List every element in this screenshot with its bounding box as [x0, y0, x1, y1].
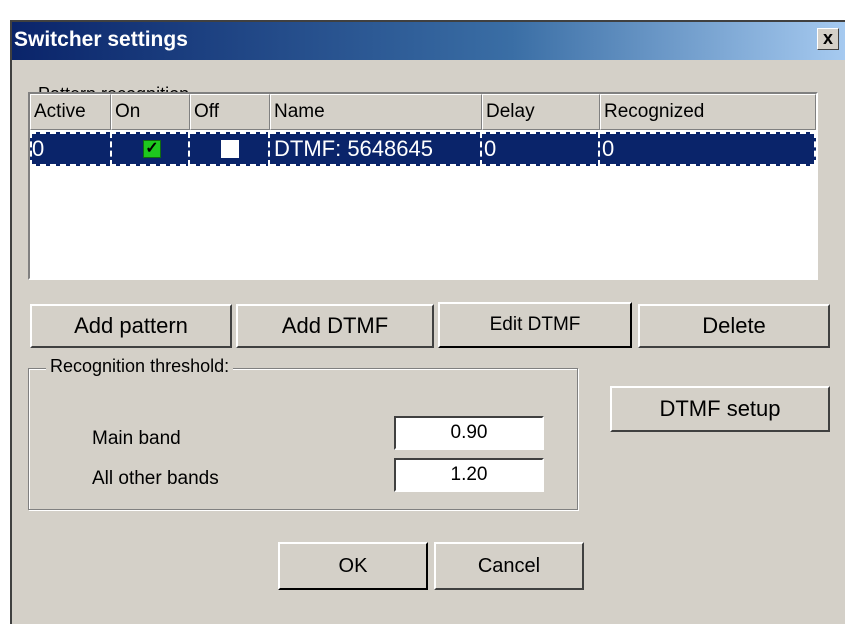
pattern-list[interactable]: Active On Off Name Delay Recognized 0 ✓ … [28, 92, 818, 280]
edit-dtmf-button[interactable]: Edit DTMF [438, 302, 632, 348]
cell-on[interactable]: ✓ [112, 132, 190, 166]
column-header-active[interactable]: Active [30, 94, 111, 130]
list-header: Active On Off Name Delay Recognized [30, 94, 816, 130]
cell-name: DTMF: 5648645 [270, 132, 482, 166]
dtmf-setup-button[interactable]: DTMF setup [610, 386, 830, 432]
main-band-field[interactable]: 0.90 [394, 416, 544, 450]
close-icon: x [822, 28, 833, 48]
cell-delay: 0 [482, 132, 600, 166]
title-bar: Switcher settings x [12, 22, 845, 60]
cell-recognized: 0 [602, 136, 615, 161]
cell-active: 0 [30, 132, 112, 166]
add-dtmf-button[interactable]: Add DTMF [236, 304, 434, 348]
ok-button[interactable]: OK [278, 542, 428, 590]
table-row[interactable]: 0 ✓ DTMF: 5648645 0 0 [30, 132, 816, 166]
dialog-title: Switcher settings [14, 28, 188, 51]
column-header-name[interactable]: Name [270, 94, 482, 130]
delete-button[interactable]: Delete [638, 304, 830, 348]
main-band-label: Main band [92, 428, 181, 449]
on-checkbox-checked-icon[interactable]: ✓ [143, 140, 161, 158]
add-pattern-button[interactable]: Add pattern [30, 304, 232, 348]
other-bands-field[interactable]: 1.20 [394, 458, 544, 492]
column-header-on[interactable]: On [111, 94, 190, 130]
cell-off[interactable] [190, 132, 270, 166]
column-header-delay[interactable]: Delay [482, 94, 600, 130]
cancel-button[interactable]: Cancel [434, 542, 584, 590]
recognition-threshold-title: Recognition threshold: [46, 356, 234, 377]
column-header-off[interactable]: Off [190, 94, 270, 130]
close-button[interactable]: x [817, 28, 839, 50]
other-bands-label: All other bands [92, 468, 219, 489]
column-header-recognized[interactable]: Recognized [600, 94, 816, 130]
off-checkbox-icon[interactable] [221, 140, 239, 158]
